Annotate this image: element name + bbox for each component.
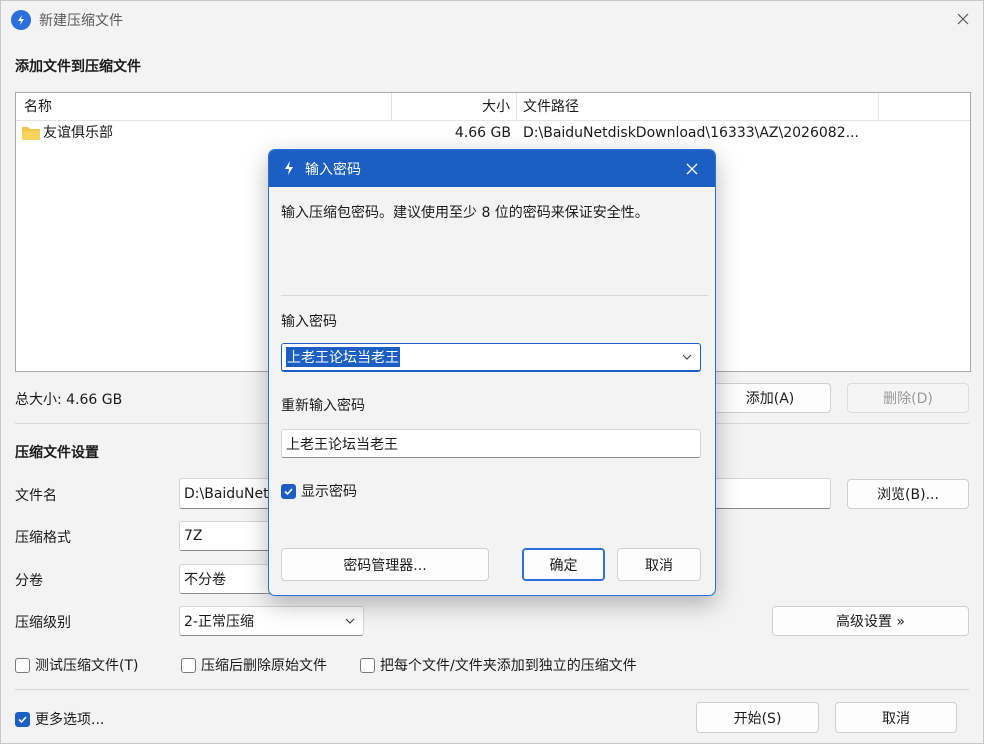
- password-value: 上老王论坛当老王: [286, 347, 400, 367]
- level-value: 2-正常压缩: [184, 614, 254, 630]
- main-cancel-button[interactable]: 取消: [835, 702, 957, 733]
- app-icon: [285, 161, 293, 175]
- column-name[interactable]: 名称: [16, 93, 392, 121]
- divider: [15, 689, 969, 690]
- dialog-title: 输入密码: [305, 162, 361, 178]
- password-input[interactable]: 上老王论坛当老王: [281, 343, 701, 372]
- separate-archives-checkbox[interactable]: 把每个文件/文件夹添加到独立的压缩文件: [360, 655, 637, 675]
- dialog-hint: 输入压缩包密码。建议使用至少 8 位的密码来保证安全性。: [281, 205, 649, 221]
- separate-archives-label: 把每个文件/文件夹添加到独立的压缩文件: [380, 658, 637, 674]
- chevron-down-icon: [345, 618, 355, 624]
- test-archive-checkbox[interactable]: 测试压缩文件(T): [15, 655, 138, 675]
- row-path: D:\BaiduNetdiskDownload\16333\AZ\2026082…: [523, 125, 859, 141]
- divider: [281, 295, 708, 296]
- checkbox-box: [360, 657, 375, 673]
- close-icon: [686, 163, 698, 175]
- check-icon: [18, 715, 27, 723]
- level-select[interactable]: 2-正常压缩: [179, 606, 364, 636]
- delete-button[interactable]: 删除(D): [847, 383, 969, 413]
- column-path[interactable]: 文件路径: [517, 93, 879, 121]
- row-name: 友谊俱乐部: [43, 125, 113, 141]
- confirm-password-label: 重新输入密码: [281, 398, 365, 414]
- settings-section-title: 压缩文件设置: [15, 445, 99, 461]
- delete-after-checkbox[interactable]: 压缩后删除原始文件: [181, 655, 327, 675]
- folder-icon: [22, 127, 40, 140]
- split-label: 分卷: [15, 573, 43, 589]
- check-icon: [284, 487, 293, 495]
- checkbox-box-checked: [15, 711, 30, 727]
- dialog-cancel-button[interactable]: 取消: [617, 548, 701, 581]
- split-value: 不分卷: [184, 572, 226, 588]
- column-size[interactable]: 大小: [392, 93, 517, 121]
- show-password-label: 显示密码: [301, 484, 357, 500]
- start-button[interactable]: 开始(S): [696, 702, 819, 733]
- more-options-label: 更多选项...: [35, 712, 105, 728]
- checkbox-box-checked: [281, 483, 296, 499]
- add-button[interactable]: 添加(A): [709, 383, 831, 413]
- filename-label: 文件名: [15, 488, 57, 504]
- add-files-section-title: 添加文件到压缩文件: [15, 59, 141, 75]
- app-icon: [11, 10, 31, 30]
- total-size: 总大小: 4.66 GB: [15, 392, 123, 408]
- close-icon: [957, 13, 969, 25]
- title-bar: 新建压缩文件: [1, 1, 983, 39]
- row-size: 4.66 GB: [454, 125, 511, 141]
- test-archive-label: 测试压缩文件(T): [35, 658, 139, 674]
- table-row[interactable]: 友谊俱乐部 4.66 GB D:\BaiduNetdiskDownload\16…: [16, 121, 970, 145]
- checkbox-box: [15, 657, 30, 673]
- more-options-checkbox[interactable]: 更多选项...: [15, 709, 104, 729]
- dialog-title-bar: 输入密码: [269, 150, 715, 187]
- format-value: 7Z: [184, 528, 203, 544]
- show-password-checkbox[interactable]: 显示密码: [281, 481, 357, 501]
- level-label: 压缩级别: [15, 615, 71, 631]
- ok-button[interactable]: 确定: [522, 548, 605, 581]
- delete-after-label: 压缩后删除原始文件: [201, 658, 327, 674]
- format-label: 压缩格式: [15, 530, 71, 546]
- advanced-settings-button[interactable]: 高级设置 »: [772, 606, 969, 636]
- password-dialog: 输入密码 输入压缩包密码。建议使用至少 8 位的密码来保证安全性。 输入密码 上…: [268, 149, 716, 596]
- dialog-close-button[interactable]: [681, 158, 703, 180]
- checkbox-box: [181, 657, 196, 673]
- password-label: 输入密码: [281, 314, 337, 330]
- chevron-down-icon[interactable]: [682, 354, 692, 360]
- window-title: 新建压缩文件: [39, 13, 123, 29]
- confirm-password-input[interactable]: 上老王论坛当老王: [281, 429, 701, 458]
- browse-button[interactable]: 浏览(B)...: [847, 479, 969, 509]
- password-manager-button[interactable]: 密码管理器...: [281, 548, 489, 581]
- window-close-button[interactable]: [951, 7, 975, 31]
- file-list-header: 名称 大小 文件路径: [16, 93, 970, 121]
